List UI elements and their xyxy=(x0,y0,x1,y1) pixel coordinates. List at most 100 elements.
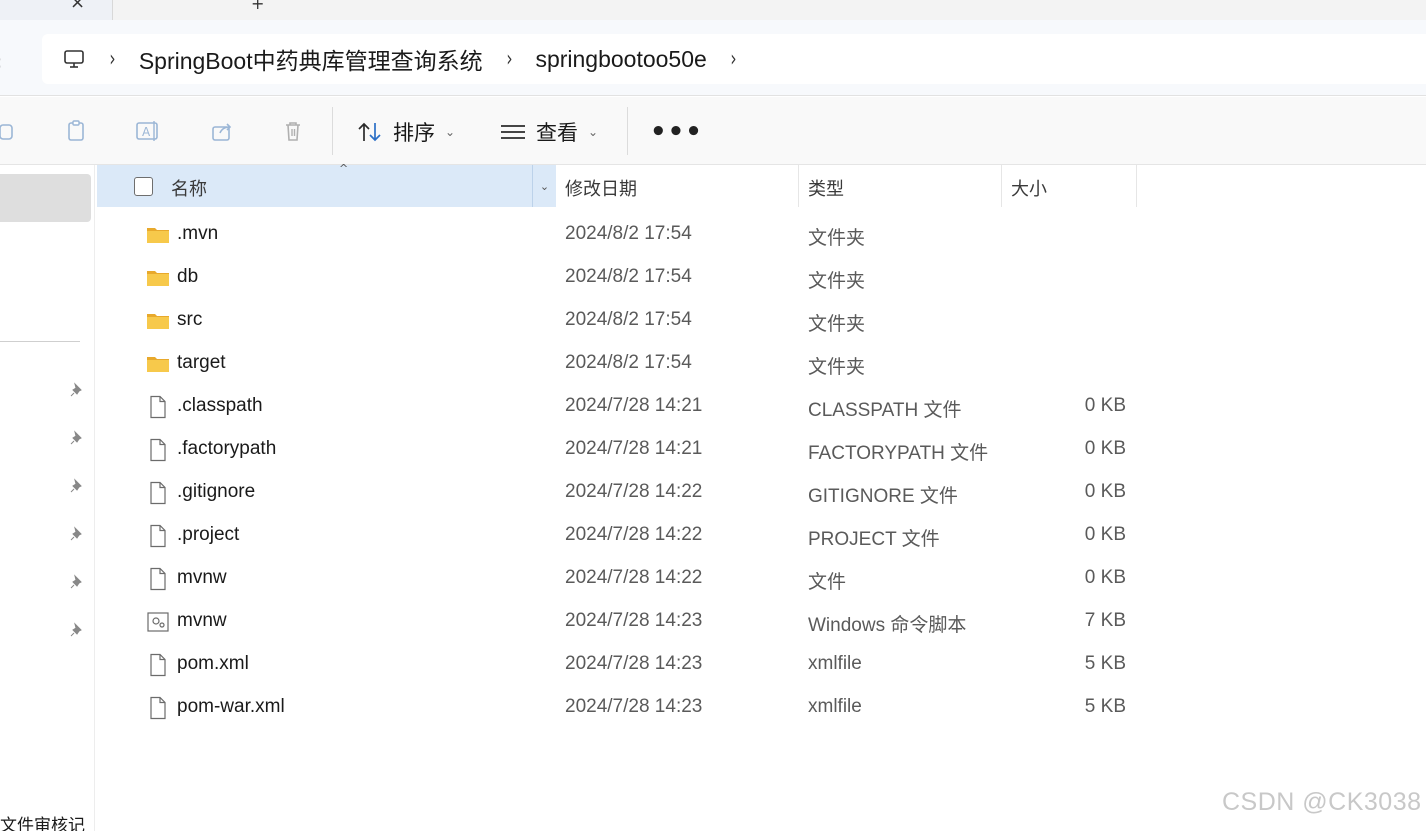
column-divider[interactable] xyxy=(798,165,799,207)
chevron-right-icon[interactable]: › xyxy=(730,47,736,72)
file-icon xyxy=(146,696,170,720)
file-date: 2024/7/28 14:22 xyxy=(565,481,703,502)
column-header-name[interactable]: ^ 名称 ⌄ xyxy=(97,162,556,207)
breadcrumb-item-folder[interactable]: springbootoo50e xyxy=(535,46,706,73)
more-options-icon[interactable]: ••• xyxy=(650,117,703,147)
copy-icon[interactable] xyxy=(0,117,20,145)
pin-icon[interactable] xyxy=(68,429,86,447)
column-name-label: 名称 xyxy=(171,179,207,200)
tab-strip: × + xyxy=(0,0,1426,20)
file-size: 7 KB xyxy=(1084,610,1126,631)
sort-icon xyxy=(357,121,383,143)
chevron-down-icon: ⌄ xyxy=(588,125,599,139)
file-type: 文件夹 xyxy=(808,271,866,292)
pin-icon[interactable] xyxy=(68,525,86,543)
file-type: FACTORYPATH 文件 xyxy=(808,443,989,464)
this-pc-icon[interactable] xyxy=(62,47,86,71)
script-file-icon xyxy=(146,610,170,634)
file-type: xmlfile xyxy=(808,653,862,674)
sort-button[interactable]: 排序 ⌄ xyxy=(357,115,455,149)
paste-icon[interactable] xyxy=(62,117,90,145)
file-name: pom.xml xyxy=(177,653,249,674)
command-bar: A 排序 ⌄ 查看 ⌄ ••• xyxy=(0,97,1426,165)
column-header-type[interactable]: 类型 xyxy=(808,175,844,201)
breadcrumb-item-project[interactable]: SpringBoot中药典库管理查询系统 xyxy=(139,42,483,76)
file-name: .project xyxy=(177,524,240,545)
column-divider[interactable] xyxy=(1136,165,1137,207)
active-tab[interactable]: + xyxy=(112,0,1426,20)
file-row[interactable]: .gitignore 2024/7/28 14:22 GITIGNORE 文件 0 K… xyxy=(96,471,1426,514)
address-bar: ‹ › SpringBoot中药典库管理查询系统 › springbootoo5… xyxy=(0,20,1426,96)
file-size: 5 KB xyxy=(1084,653,1126,674)
column-divider[interactable] xyxy=(1001,165,1002,207)
view-button[interactable]: 查看 ⌄ xyxy=(500,115,598,149)
chevron-down-icon[interactable]: ⌄ xyxy=(532,165,556,207)
file-row[interactable]: .mvn 2024/8/2 17:54 文件夹 xyxy=(96,213,1426,256)
file-row[interactable]: .classpath 2024/7/28 14:21 CLASSPATH 文件 0 K… xyxy=(96,385,1426,428)
pin-icon[interactable] xyxy=(68,621,86,639)
nav-item-label[interactable]: 文件审核记 xyxy=(0,811,85,831)
file-date: 2024/8/2 17:54 xyxy=(565,223,692,244)
pin-icon[interactable] xyxy=(68,381,86,399)
file-size: 0 KB xyxy=(1084,481,1126,502)
toolbar-divider xyxy=(627,107,628,155)
file-icon xyxy=(146,567,170,591)
folder-icon xyxy=(146,223,170,247)
file-row[interactable]: mvnw 2024/7/28 14:22 文件 0 KB xyxy=(96,557,1426,600)
new-tab-button[interactable]: + xyxy=(251,0,264,13)
tab-close-button[interactable]: × xyxy=(70,0,85,13)
file-date: 2024/8/2 17:54 xyxy=(565,266,692,287)
pin-icon[interactable] xyxy=(68,573,86,591)
file-date: 2024/8/2 17:54 xyxy=(565,309,692,330)
column-header-size[interactable]: 大小 xyxy=(1011,175,1047,201)
file-row[interactable]: src 2024/8/2 17:54 文件夹 xyxy=(96,299,1426,342)
chevron-right-icon[interactable]: › xyxy=(506,47,512,72)
file-icon xyxy=(146,395,170,419)
breadcrumb[interactable]: › SpringBoot中药典库管理查询系统 › springbootoo50e… xyxy=(42,34,1426,84)
nav-item-selected[interactable] xyxy=(0,174,91,222)
nav-divider xyxy=(0,341,80,342)
chevron-right-icon[interactable]: › xyxy=(109,47,115,72)
file-type: xmlfile xyxy=(808,696,862,717)
file-row[interactable]: .project 2024/7/28 14:22 PROJECT 文件 0 KB xyxy=(96,514,1426,557)
chevron-down-icon: ⌄ xyxy=(445,125,456,139)
file-type: 文件夹 xyxy=(808,357,866,378)
file-name: mvnw xyxy=(177,567,227,588)
file-type: 文件 xyxy=(808,572,847,593)
file-icon xyxy=(146,653,170,677)
file-row[interactable]: pom.xml 2024/7/28 14:23 xmlfile 5 KB xyxy=(96,643,1426,686)
file-name: target xyxy=(177,352,226,373)
file-row[interactable]: mvnw 2024/7/28 14:23 Windows 命令脚本 7 KB xyxy=(96,600,1426,643)
folder-icon xyxy=(146,352,170,376)
pin-icon[interactable] xyxy=(68,477,86,495)
view-label: 查看 xyxy=(536,121,578,145)
file-type: 文件夹 xyxy=(808,228,866,249)
sort-label: 排序 xyxy=(393,121,435,145)
file-date: 2024/7/28 14:21 xyxy=(565,395,703,416)
file-icon xyxy=(146,524,170,548)
file-size: 0 KB xyxy=(1084,524,1126,545)
file-row[interactable]: db 2024/8/2 17:54 文件夹 xyxy=(96,256,1426,299)
file-name: .classpath xyxy=(177,395,263,416)
sort-ascending-icon: ^ xyxy=(339,162,349,175)
file-name: .factorypath xyxy=(177,438,277,459)
file-list: ^ 名称 ⌄ 修改日期 类型 大小 .mvn 2024/8/2 17:54 文件夹 d… xyxy=(96,162,1426,831)
file-row[interactable]: pom-war.xml 2024/7/28 14:23 xmlfile 5 KB xyxy=(96,686,1426,729)
file-row[interactable]: target 2024/8/2 17:54 文件夹 xyxy=(96,342,1426,385)
delete-icon[interactable] xyxy=(279,117,307,145)
file-date: 2024/7/28 14:23 xyxy=(565,610,703,631)
navigation-pane: 文件审核记 xyxy=(0,165,95,831)
rename-icon[interactable]: A xyxy=(134,117,162,145)
watermark: CSDN @CK3038 xyxy=(1222,788,1422,816)
folder-icon xyxy=(146,309,170,333)
svg-text:A: A xyxy=(142,125,151,139)
file-row[interactable]: .factorypath 2024/7/28 14:21 FACTORYPATH 文… xyxy=(96,428,1426,471)
back-icon[interactable]: ‹ xyxy=(0,50,2,74)
file-type: CLASSPATH 文件 xyxy=(808,400,962,421)
column-header-date[interactable]: 修改日期 xyxy=(565,175,637,201)
select-all-checkbox[interactable] xyxy=(134,177,153,196)
file-size: 0 KB xyxy=(1084,395,1126,416)
file-type: PROJECT 文件 xyxy=(808,529,940,550)
share-icon[interactable] xyxy=(208,117,236,145)
file-name: .mvn xyxy=(177,223,219,244)
